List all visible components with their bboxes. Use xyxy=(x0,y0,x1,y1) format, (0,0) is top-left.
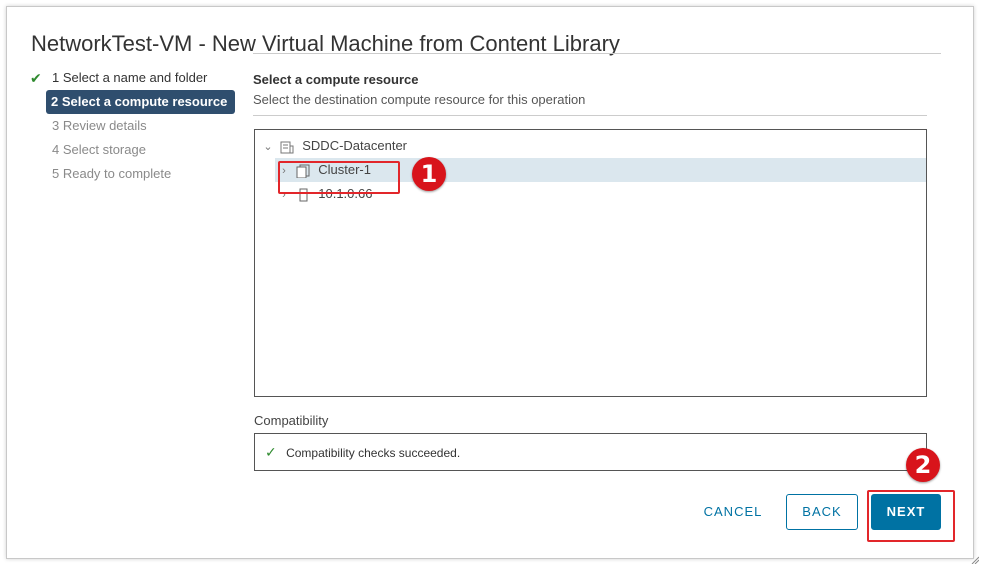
compatibility-panel: ✓ Compatibility checks succeeded. xyxy=(254,433,927,471)
step-2-label: 2 Select a compute resource xyxy=(51,94,228,109)
tree-node-datacenter-label: SDDC-Datacenter xyxy=(302,138,408,153)
step-4-label: 4 Select storage xyxy=(52,142,146,157)
section-title: Select a compute resource xyxy=(253,72,419,87)
cancel-button[interactable]: CANCEL xyxy=(690,494,776,530)
step-2[interactable]: 2 Select a compute resource xyxy=(46,90,235,114)
resize-grip-icon[interactable] xyxy=(971,556,979,564)
step-5: 5 Ready to complete xyxy=(28,162,238,186)
step-3-label: 3 Review details xyxy=(52,118,147,133)
step-4: 4 Select storage xyxy=(28,138,238,162)
annotation-box-next xyxy=(867,490,955,542)
back-button[interactable]: BACK xyxy=(786,494,858,530)
step-5-label: 5 Ready to complete xyxy=(52,166,172,181)
compatibility-label: Compatibility xyxy=(254,413,329,428)
datacenter-icon xyxy=(280,141,294,154)
wizard-steps: ✔ 1 Select a name and folder 2 Select a … xyxy=(28,66,238,186)
chevron-down-icon[interactable]: ⌄ xyxy=(261,135,275,159)
annotation-marker-1: 1 xyxy=(412,157,446,191)
title-divider xyxy=(253,53,941,54)
tree-node-datacenter[interactable]: ⌄ SDDC-Datacenter xyxy=(261,134,921,158)
compatibility-message: Compatibility checks succeeded. xyxy=(286,446,461,460)
annotation-marker-2: 2 xyxy=(906,448,940,482)
section-divider xyxy=(253,115,927,116)
section-subtitle: Select the destination compute resource … xyxy=(253,92,586,107)
annotation-box-cluster xyxy=(278,161,400,194)
checkmark-icon: ✓ xyxy=(265,444,277,460)
checkmark-icon: ✔ xyxy=(30,70,42,86)
step-3: 3 Review details xyxy=(28,114,238,138)
step-1-label: 1 Select a name and folder xyxy=(52,70,208,85)
step-1[interactable]: ✔ 1 Select a name and folder xyxy=(28,66,238,90)
